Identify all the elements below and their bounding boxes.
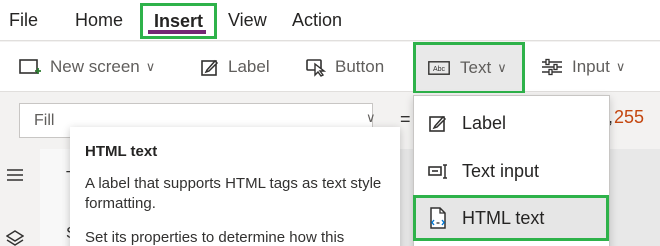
menu-bar: File Home Insert View Action [0,0,660,41]
button-button[interactable]: Button [306,42,384,92]
hamburger-icon[interactable] [6,168,24,182]
chevron-down-icon: ∨ [497,60,507,75]
text-abc-icon: Abc [428,61,450,75]
menu-tab-action[interactable]: Action [292,0,342,41]
menu-item-html-text[interactable]: HTML text [413,195,609,241]
formula-value[interactable]: 255 [614,107,644,128]
formula-equals: = [400,109,411,129]
chevron-down-icon: ∨ [615,59,626,74]
input-dropdown-button[interactable]: Input ∨ [541,42,625,92]
menu-item-html-text-text: HTML text [462,207,545,228]
svg-text:Abc: Abc [433,66,446,73]
menu-tab-view[interactable]: View [228,0,267,41]
new-screen-label: New screen [50,57,140,76]
input-sliders-icon [542,58,562,76]
text-dropdown-menu: Label Text input HTML text [413,95,610,246]
layers-icon[interactable] [6,230,24,246]
tooltip-title: HTML text [85,143,158,160]
menu-tab-file[interactable]: File [9,0,38,41]
menu-item-text-input-text: Text input [462,160,540,181]
menu-item-label-text: Label [462,112,507,133]
html-text-tooltip: HTML text A label that supports HTML tag… [70,127,400,246]
label-pencil-icon [201,59,219,76]
active-tab-underline [148,30,206,34]
text-input-icon [428,164,447,179]
menu-item-label[interactable]: Label [414,99,611,147]
label-button-label: Label [228,57,270,76]
button-cursor-icon [306,59,326,77]
new-screen-button[interactable]: New screen ∨ [19,42,155,92]
menu-item-text-input[interactable]: Text input [414,147,611,195]
chevron-down-icon: ∨ [145,59,156,74]
label-icon [429,115,447,132]
text-button-label: Text [460,58,492,77]
input-button-label: Input [572,57,610,76]
ribbon-toolbar: New screen ∨ Label Button Abc Text ∨ Inp… [0,42,660,94]
button-button-label: Button [335,57,385,76]
tooltip-description-more: Set its properties to determine how this [85,229,345,246]
text-dropdown-button[interactable]: Abc Text ∨ [413,42,525,94]
html-text-icon [430,207,446,229]
new-screen-icon [19,59,41,74]
label-button[interactable]: Label [201,42,270,92]
tooltip-description: A label that supports HTML tags as text … [85,175,382,212]
chevron-down-icon: ∨ [366,110,376,125]
menu-tab-home[interactable]: Home [75,0,123,41]
